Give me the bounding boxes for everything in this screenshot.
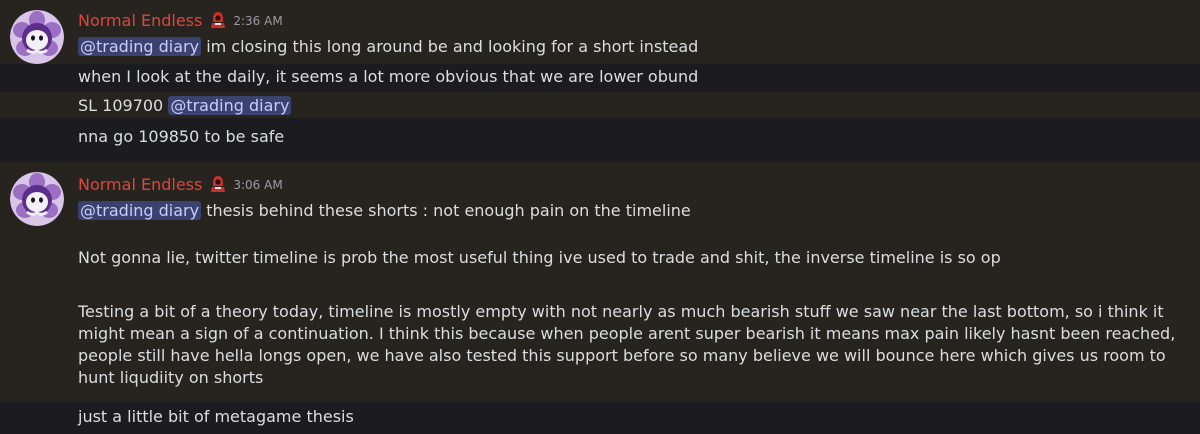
author-name[interactable]: Normal Endless (78, 175, 202, 194)
ghost-avatar-icon (10, 172, 64, 226)
message-text: @trading diary im closing this long arou… (78, 36, 1186, 58)
message-header: Normal Endless 3:06 AM (78, 173, 283, 195)
user-mention[interactable]: @trading diary (168, 96, 292, 115)
message-text: Not gonna lie, twitter timeline is prob … (78, 248, 1001, 267)
timestamp: 3:06 AM (233, 178, 283, 192)
message-text: when I look at the daily, it seems a lot… (78, 67, 699, 86)
timestamp: 2:36 AM (233, 14, 283, 28)
user-avatar[interactable] (10, 10, 64, 64)
message-text: @trading diary thesis behind these short… (78, 200, 1186, 222)
message-header: Normal Endless 2:36 AM (78, 9, 283, 31)
chat-message-list: Normal Endless 2:36 AM @trading diary im… (0, 0, 1200, 434)
hooded-figure-icon[interactable] (210, 11, 226, 29)
user-avatar[interactable] (10, 172, 64, 226)
message-text-segment: SL 109700 (78, 96, 164, 115)
user-mention[interactable]: @trading diary (78, 201, 202, 220)
message-paragraph: Testing a bit of a theory today, timelin… (78, 302, 1176, 387)
message-text: SL 109700 @trading diary (78, 95, 1186, 117)
message-text: nna go 109850 to be safe (78, 127, 285, 146)
user-mention[interactable]: @trading diary (78, 37, 202, 56)
ghost-avatar-icon (10, 10, 64, 64)
message-text-segment: im closing this long around be and looki… (206, 37, 699, 56)
hooded-figure-icon[interactable] (210, 175, 226, 193)
message-text-segment: thesis behind these shorts : not enough … (206, 201, 691, 220)
message-text: just a little bit of metagame thesis (78, 407, 354, 426)
author-name[interactable]: Normal Endless (78, 11, 202, 30)
